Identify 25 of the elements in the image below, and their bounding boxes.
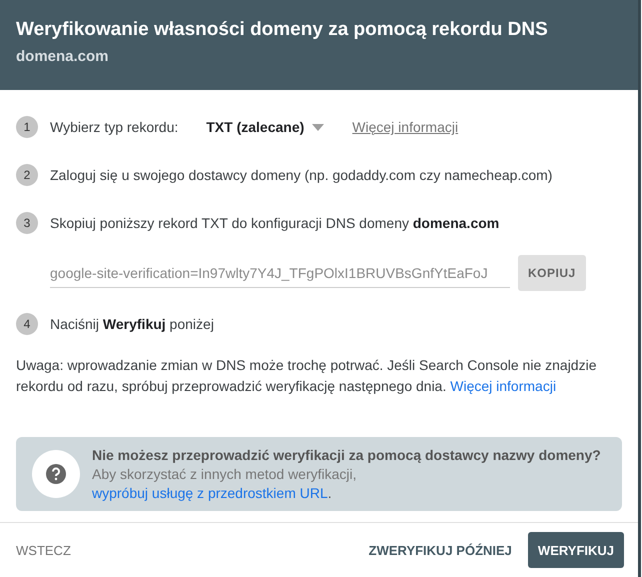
- step-number: 2: [16, 164, 38, 186]
- record-field[interactable]: google-site-verification=In97wlty7Y4J_TFgPOlxI1BRUVBsGnfYtEaFoJ: [50, 258, 510, 288]
- help-link-line: wypróbuj usługę z przedrostkiem URL.: [92, 485, 333, 501]
- step-number: 3: [16, 212, 38, 234]
- verify-later-button[interactable]: ZWERYFIKUJ PÓŹNIEJ: [368, 542, 512, 558]
- step-number: 4: [16, 313, 38, 335]
- caret-icon: [312, 124, 324, 130]
- step-text: Zaloguj się u swojego dostawcy domeny (np. godaddy.com czy namecheap.com): [50, 167, 552, 183]
- step-label: Wybierz typ rekordu:: [50, 119, 178, 135]
- more-info-link[interactable]: Więcej informacji: [450, 378, 556, 394]
- step-text: Skopiuj poniższy rekord TXT do konfiguracji DNS domeny domena.com: [50, 215, 500, 231]
- more-info-link[interactable]: Więcej informacji: [352, 119, 458, 135]
- dialog-title: Weryfikowanie własności domeny za pomocą rekordu DNS: [16, 19, 549, 41]
- help-title: Nie możesz przeprowadzić weryfikacji za pomocą dostawcy nazwy domeny?: [92, 447, 601, 463]
- url-prefix-link[interactable]: wypróbuj usługę z przedrostkiem URL: [92, 485, 328, 501]
- back-button[interactable]: WSTECZ: [16, 542, 71, 558]
- domain-subtitle: domena.com: [16, 48, 110, 65]
- record-type-dropdown[interactable]: TXT (zalecane): [206, 119, 324, 135]
- note-text: Uwaga: wprowadzanie zmian w DNS może trochę potrwać. Jeśli Search Console nie znajdzie rekordu od razu, spróbuj przeprowadzić weryfikację następnego dnia. Więcej informacji: [16, 356, 598, 396]
- copy-button[interactable]: KOPIUJ: [518, 255, 586, 291]
- help-icon: [32, 450, 80, 498]
- help-text: Aby skorzystać z innych metod weryfikacji,: [92, 466, 358, 482]
- step-number: 1: [16, 116, 38, 138]
- step-text: Naciśnij Weryfikuj poniżej: [50, 316, 214, 332]
- verify-button[interactable]: WERYFIKUJ: [528, 532, 624, 568]
